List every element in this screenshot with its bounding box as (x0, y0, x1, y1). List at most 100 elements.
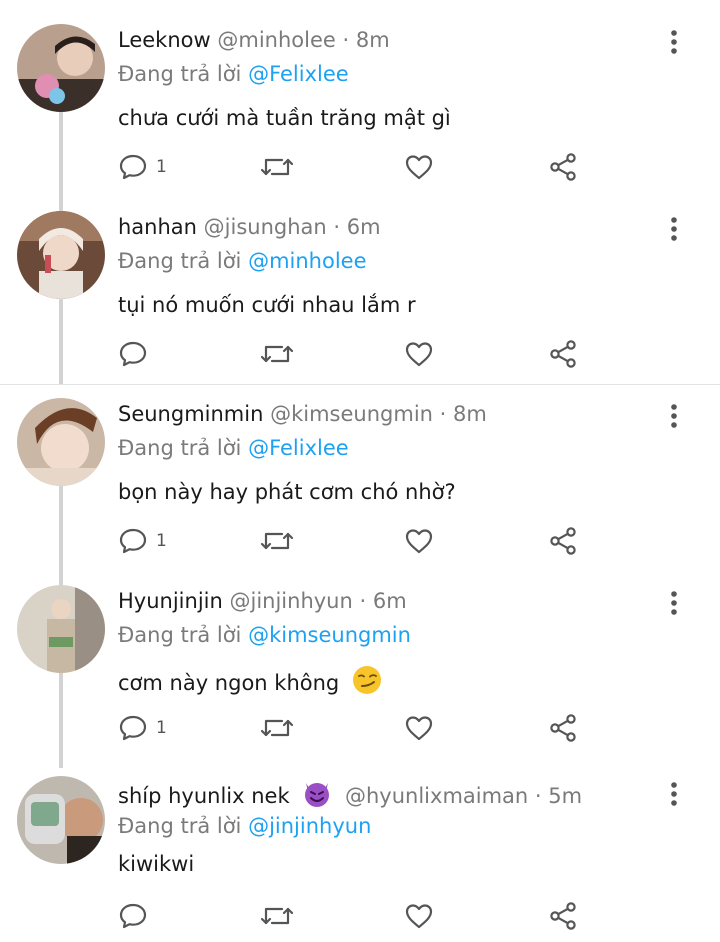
like-button[interactable] (404, 337, 434, 371)
display-name[interactable]: Seungminmin (118, 402, 263, 426)
retweet-button[interactable] (260, 524, 294, 558)
display-name[interactable]: shíp hyunlix nek (118, 784, 290, 808)
mention-link[interactable]: @kimseungmin (248, 623, 411, 647)
action-bar: 1 (118, 711, 588, 745)
reply-count: 1 (156, 531, 167, 551)
like-icon (404, 152, 434, 182)
reply-button[interactable]: 1 (118, 524, 167, 558)
tweet[interactable]: Seungminmin @kimseungmin · 8m Đang trả l… (0, 374, 720, 561)
avatar[interactable] (17, 24, 105, 112)
user-handle[interactable]: @hyunlixmaiman (345, 784, 528, 808)
share-icon (548, 339, 578, 369)
timestamp[interactable]: 8m (453, 402, 487, 426)
share-icon (548, 526, 578, 556)
mention-link[interactable]: @Felixlee (248, 436, 349, 460)
like-button[interactable] (404, 150, 434, 184)
more-options-icon[interactable] (662, 28, 686, 56)
replying-to-label: Đang trả lời (118, 62, 242, 86)
like-icon (404, 339, 434, 369)
retweet-button[interactable] (260, 711, 294, 745)
retweet-icon (260, 526, 294, 556)
avatar[interactable] (17, 776, 105, 864)
like-icon (404, 526, 434, 556)
reply-button[interactable]: 1 (118, 711, 167, 745)
retweet-icon (260, 901, 294, 931)
retweet-icon (260, 152, 294, 182)
reply-icon (118, 152, 148, 182)
user-handle[interactable]: @minholee (217, 28, 335, 52)
tweet[interactable]: Leeknow @minholee · 8m Đang trả lời @Fel… (0, 0, 720, 187)
reply-icon (118, 713, 148, 743)
mention-link[interactable]: @Felixlee (248, 62, 349, 86)
replying-to-label: Đang trả lời (118, 623, 242, 647)
share-button[interactable] (548, 899, 578, 933)
retweet-button[interactable] (260, 150, 294, 184)
more-options-icon[interactable] (662, 402, 686, 430)
reply-button[interactable]: 1 (118, 150, 167, 184)
tweet-text: tụi nó muốn cưới nhau lắm r (118, 293, 416, 317)
action-bar: 1 (118, 524, 588, 558)
share-button[interactable] (548, 711, 578, 745)
avatar[interactable] (17, 585, 105, 673)
like-icon (404, 713, 434, 743)
replying-to: Đang trả lời @jinjinhyun (118, 812, 371, 840)
like-button[interactable] (404, 711, 434, 745)
reply-icon (118, 526, 148, 556)
more-options-icon[interactable] (662, 589, 686, 617)
avatar[interactable] (17, 398, 105, 486)
reply-count: 1 (156, 157, 167, 177)
action-bar (118, 337, 588, 371)
retweet-icon (260, 339, 294, 369)
display-name[interactable]: Hyunjinjin (118, 589, 223, 613)
smiling-face-with-horns-emoji-icon (305, 783, 330, 807)
more-options-icon[interactable] (662, 780, 686, 808)
replying-to: Đang trả lời @Felixlee (118, 60, 349, 88)
share-icon (548, 901, 578, 931)
separator: · (439, 402, 447, 426)
like-button[interactable] (404, 899, 434, 933)
separator: · (333, 215, 341, 239)
tweet-text: kiwikwi (118, 852, 195, 876)
replying-to: Đang trả lời @Felixlee (118, 434, 349, 462)
replying-to: Đang trả lời @kimseungmin (118, 621, 411, 649)
timestamp[interactable]: 6m (347, 215, 381, 239)
tweet[interactable]: hanhan @jisunghan · 6m Đang trả lời @min… (0, 187, 720, 374)
timestamp[interactable]: 8m (356, 28, 390, 52)
timestamp[interactable]: 5m (548, 784, 582, 808)
tweet-text: cơm này ngon không (118, 671, 340, 695)
mention-link[interactable]: @minholee (248, 249, 366, 273)
action-bar (118, 899, 588, 933)
replying-to: Đang trả lời @minholee (118, 247, 367, 275)
share-button[interactable] (548, 150, 578, 184)
replying-to-label: Đang trả lời (118, 249, 242, 273)
tweet[interactable]: Hyunjinjin @jinjinhyun · 6m Đang trả lời… (0, 561, 720, 748)
tweet[interactable]: shíp hyunlix nek @hyunlixmaiman · 5m Đan… (0, 752, 720, 939)
action-bar: 1 (118, 150, 588, 184)
display-name[interactable]: hanhan (118, 215, 197, 239)
tweet-text: bọn này hay phát cơm chó nhờ? (118, 480, 456, 504)
tweet-header: shíp hyunlix nek @hyunlixmaiman · 5m (118, 778, 582, 810)
retweet-icon (260, 713, 294, 743)
mention-link[interactable]: @jinjinhyun (248, 814, 371, 838)
tweet-header: hanhan @jisunghan · 6m (118, 213, 381, 241)
tweet-text: chưa cưới mà tuần trăng mật gì (118, 106, 451, 130)
tweet-header: Seungminmin @kimseungmin · 8m (118, 400, 487, 428)
retweet-button[interactable] (260, 337, 294, 371)
replying-to-label: Đang trả lời (118, 814, 242, 838)
reply-icon (118, 901, 148, 931)
retweet-button[interactable] (260, 899, 294, 933)
more-options-icon[interactable] (662, 215, 686, 243)
user-handle[interactable]: @jisunghan (204, 215, 327, 239)
display-name[interactable]: Leeknow (118, 28, 211, 52)
share-button[interactable] (548, 337, 578, 371)
timestamp[interactable]: 6m (373, 589, 407, 613)
reply-button[interactable] (118, 337, 156, 371)
avatar[interactable] (17, 211, 105, 299)
separator: · (342, 28, 350, 52)
reply-button[interactable] (118, 899, 156, 933)
like-button[interactable] (404, 524, 434, 558)
user-handle[interactable]: @kimseungmin (270, 402, 433, 426)
user-handle[interactable]: @jinjinhyun (229, 589, 352, 613)
reply-count: 1 (156, 718, 167, 738)
share-button[interactable] (548, 524, 578, 558)
